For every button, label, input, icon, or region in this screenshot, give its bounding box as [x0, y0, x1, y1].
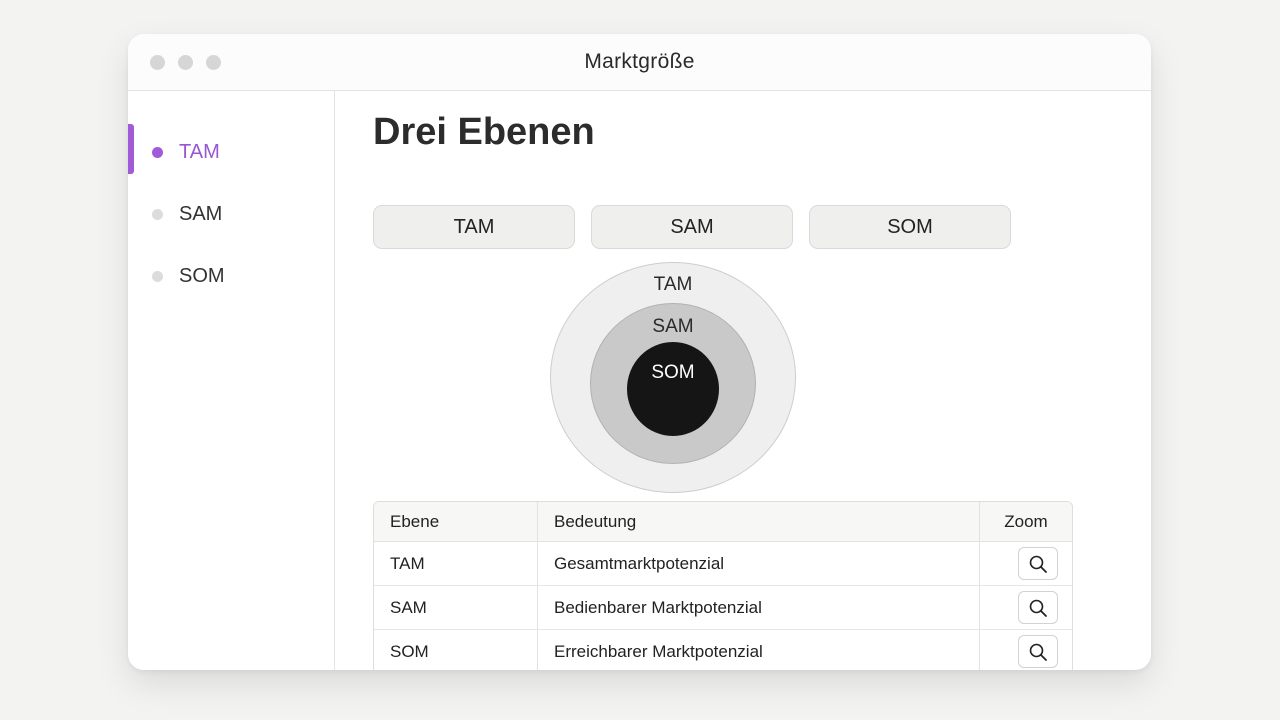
zoom-button[interactable] [1018, 591, 1058, 624]
search-icon [1029, 599, 1047, 617]
cell-level: TAM [374, 542, 537, 586]
sidebar-item-label: SOM [179, 264, 225, 287]
cell-meaning: Gesamtmarktpotenzial [537, 542, 979, 586]
column-header-level: Ebene [374, 502, 537, 542]
market-size-diagram: TAM SAM SOM [549, 262, 797, 494]
title-bar: Marktgröße [128, 34, 1151, 91]
column-header-meaning: Bedeutung [537, 502, 979, 542]
sidebar-item-som[interactable]: SOM [128, 245, 334, 307]
sam-circle-label: SAM [652, 316, 694, 337]
tab-som[interactable]: SOM [809, 205, 1011, 249]
app-window: Marktgröße TAM SAM SOM Drei Ebenen TAM S… [128, 34, 1151, 670]
zoom-button[interactable] [1018, 635, 1058, 668]
cell-meaning: Erreichbarer Marktpotenzial [537, 630, 979, 670]
cell-level: SOM [390, 641, 429, 661]
tab-sam[interactable]: SAM [591, 205, 793, 249]
active-dot-icon [152, 146, 163, 158]
sidebar: TAM SAM SOM [128, 91, 335, 670]
sidebar-item-sam[interactable]: SAM [128, 183, 334, 245]
main-content: Drei Ebenen TAM SAM SOM TAM SAM SOM Eben… [335, 91, 1151, 670]
zoom-button[interactable] [1018, 547, 1058, 580]
dot-icon [152, 270, 163, 282]
som-circle [627, 342, 719, 436]
som-circle-label: SOM [651, 362, 695, 383]
tab-tam[interactable]: TAM [373, 205, 575, 249]
sidebar-item-label: TAM [179, 140, 220, 163]
dot-icon [152, 208, 163, 220]
table-row: SOM Erreichbarer Marktpotenzial [374, 630, 1072, 670]
sidebar-item-tam[interactable]: TAM [128, 121, 334, 183]
column-header-zoom: Zoom [979, 502, 1072, 542]
table-row: TAM Gesamtmarktpotenzial [374, 542, 1072, 586]
tab-bar: TAM SAM SOM [373, 205, 1011, 249]
table-row: SAM Bedienbarer Marktpotenzial [374, 586, 1072, 630]
levels-table: Ebene Bedeutung Zoom TAM Gesamtmarktpote… [373, 501, 1073, 670]
cell-meaning: Bedienbarer Marktpotenzial [537, 586, 979, 630]
search-icon [1029, 555, 1047, 573]
search-icon [1029, 643, 1047, 661]
table-header-row: Ebene Bedeutung Zoom [374, 502, 1072, 542]
sidebar-item-label: SAM [179, 202, 223, 225]
page-title: Drei Ebenen [373, 111, 595, 153]
cell-level: SAM [374, 586, 537, 630]
window-title: Marktgröße [584, 50, 695, 73]
tam-circle-label: TAM [653, 274, 693, 295]
